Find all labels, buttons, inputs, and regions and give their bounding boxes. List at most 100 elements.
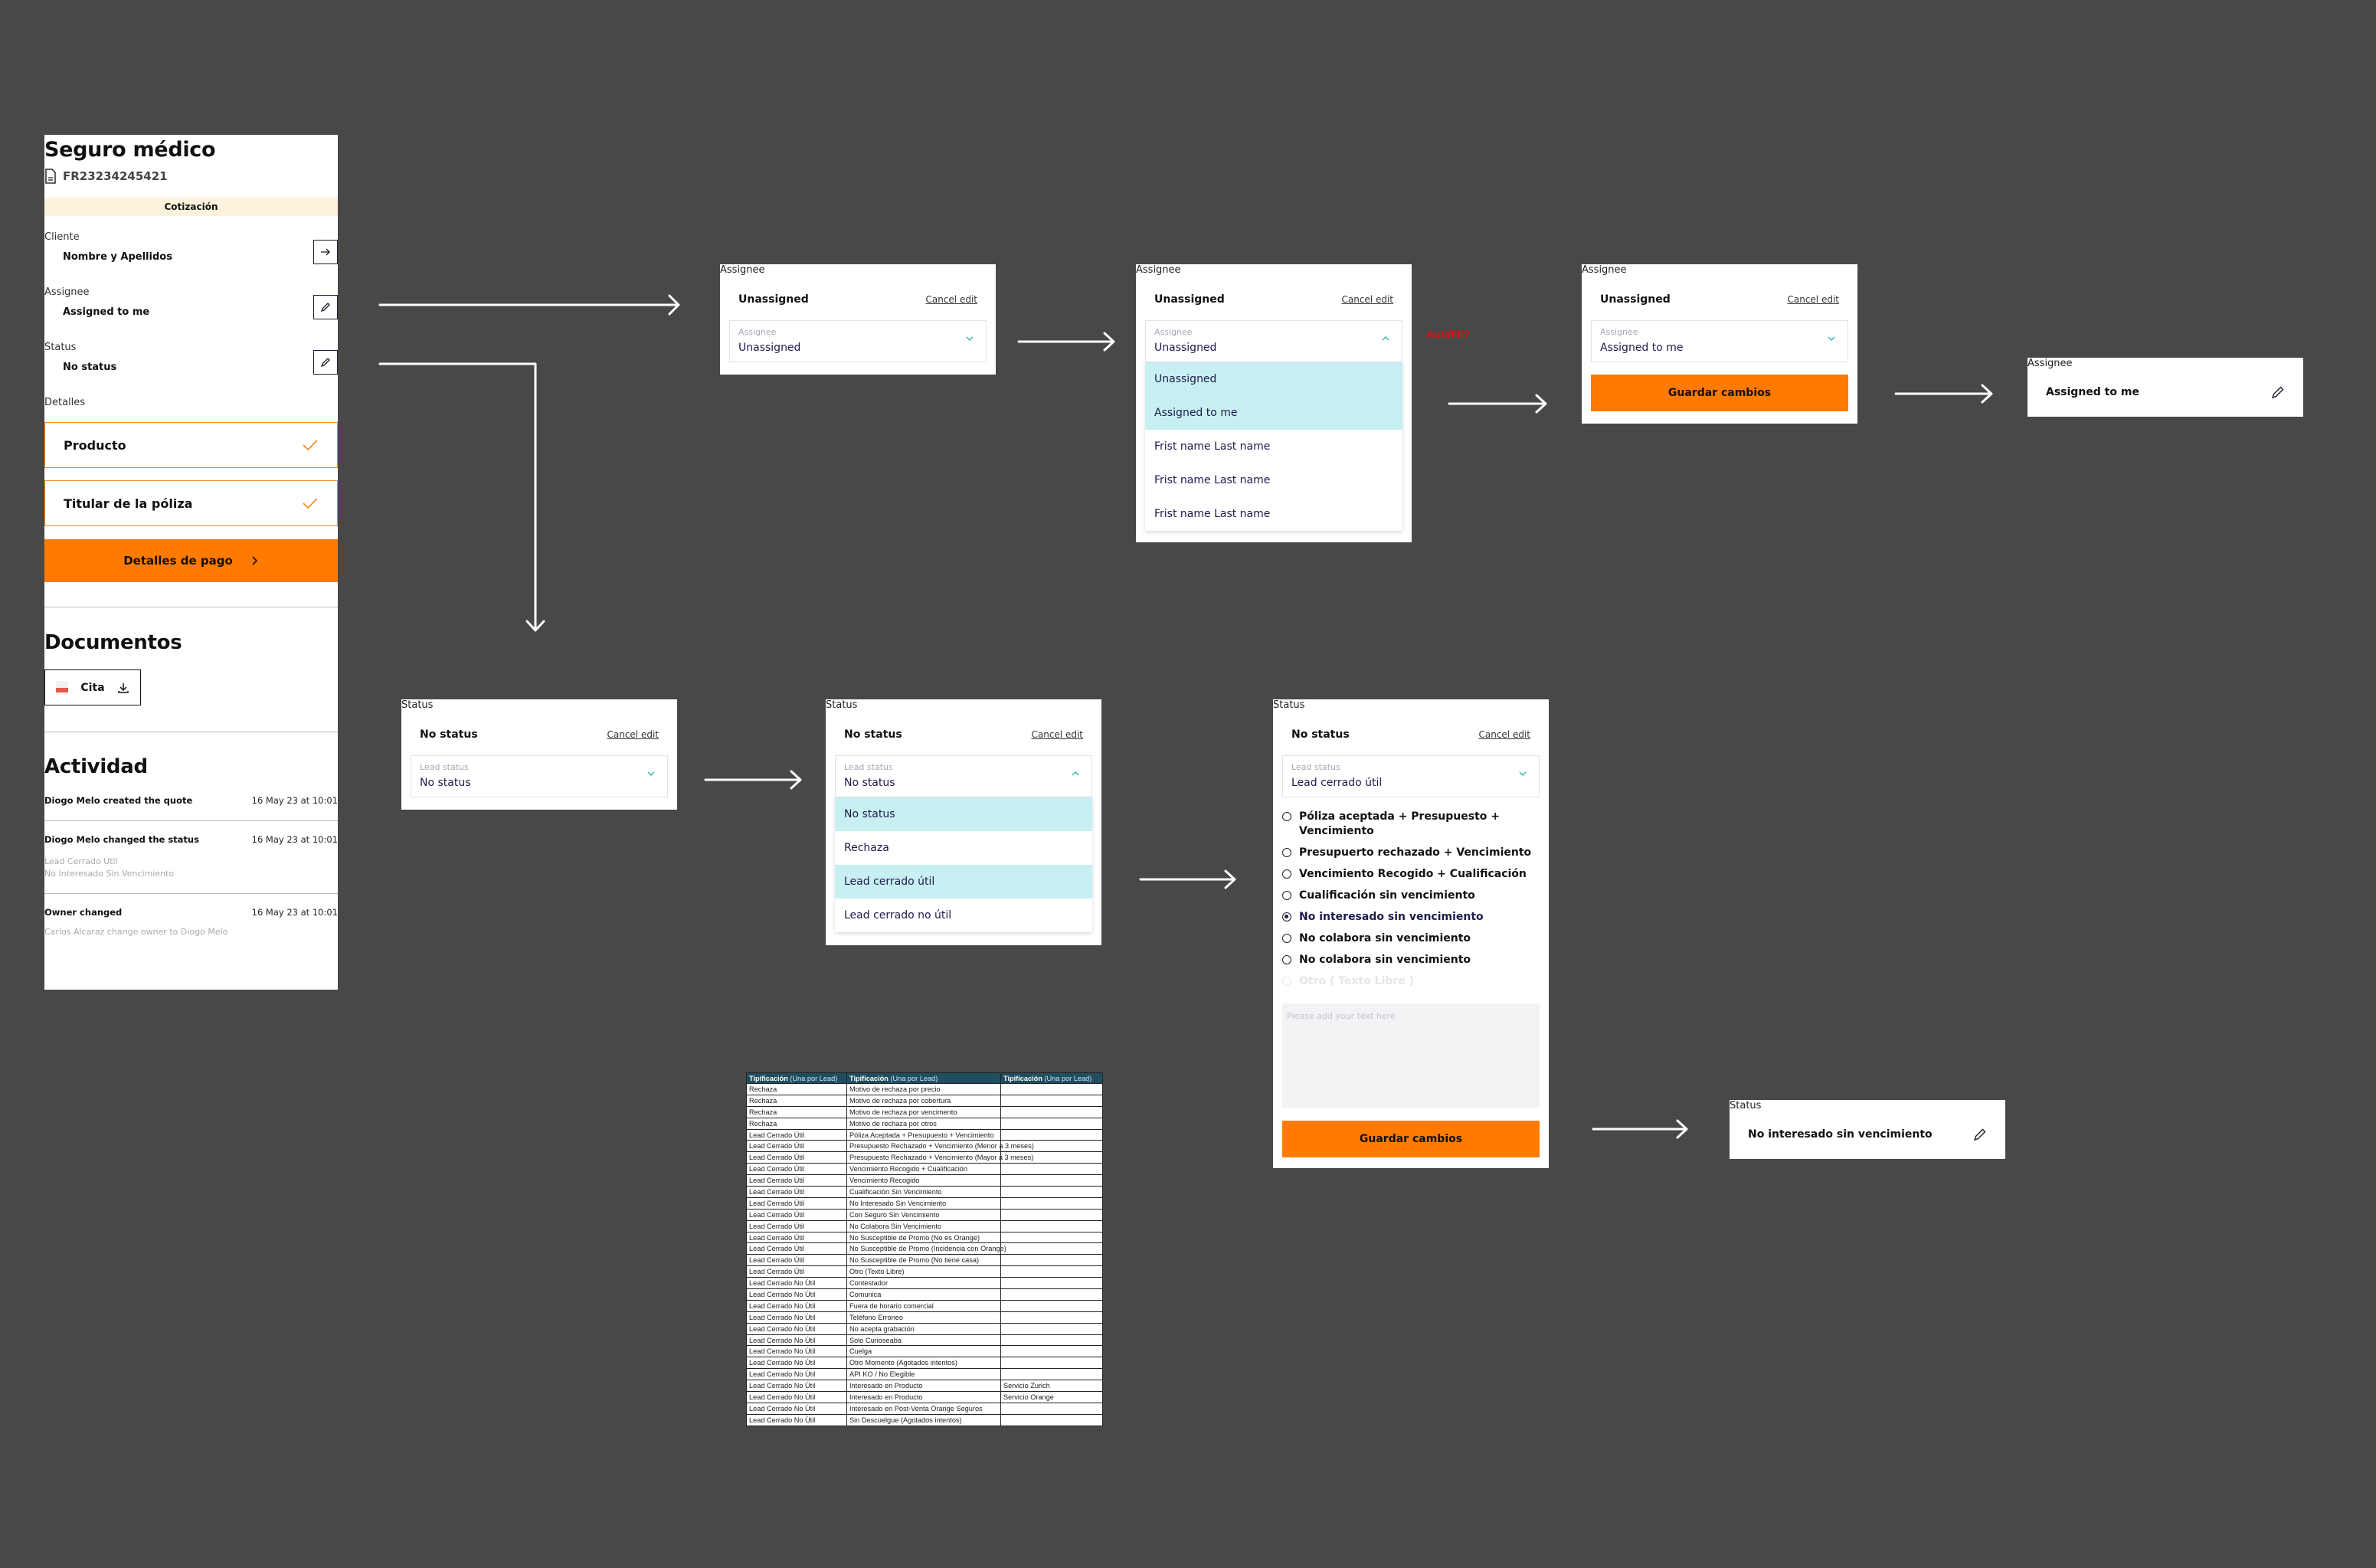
document-chip[interactable]: Cita xyxy=(44,669,141,705)
dropdown-option[interactable]: Frist name Last name xyxy=(1145,497,1402,531)
dropdown-option[interactable]: Lead cerrado útil xyxy=(835,865,1092,899)
detail-row-titular[interactable]: Titular de la póliza xyxy=(44,480,338,526)
reason-label: Vencimiento Recogido + Cualificación xyxy=(1299,868,1527,880)
radio-button[interactable] xyxy=(1282,869,1291,879)
table-cell xyxy=(1000,1083,1103,1095)
table-cell: Lead Cerrado Útil xyxy=(746,1208,847,1221)
card-heading: Assignee xyxy=(1136,264,1181,276)
table-cell: Lead Cerrado No Útil xyxy=(746,1368,847,1381)
dropdown-option[interactable]: Frist name Last name xyxy=(1145,430,1402,463)
edit-assignee-button[interactable] xyxy=(313,295,338,319)
card-heading: Status xyxy=(401,699,434,711)
open-client-button[interactable] xyxy=(313,240,338,264)
assignee-select[interactable]: Assignee Unassigned xyxy=(1145,320,1402,362)
divider xyxy=(44,820,338,821)
table-cell: Interesado en Post-Venta Orange Seguros xyxy=(846,1402,1001,1415)
autofill-note: Autofill? xyxy=(1426,328,1470,340)
dropdown-option[interactable]: Rechaza xyxy=(835,831,1092,865)
assignee-edit-card-closed: Assignee Unassigned Cancel edit Assignee… xyxy=(720,264,996,375)
detail-row-producto[interactable]: Producto xyxy=(44,422,338,468)
select-value: Unassigned xyxy=(738,342,801,354)
arrow-main-to-status-edit xyxy=(378,362,545,632)
table-cell: API KO / No Elegible xyxy=(846,1368,1001,1381)
status-edit-card-open: Status No status Cancel edit Lead status… xyxy=(826,699,1101,945)
current-value: No status xyxy=(420,728,478,741)
table-cell: Fuera de horario comercial xyxy=(846,1299,1001,1312)
select-value: No status xyxy=(844,777,895,789)
table-cell xyxy=(1000,1413,1103,1426)
pencil-icon[interactable] xyxy=(1973,1128,1987,1141)
current-value: Unassigned xyxy=(1154,293,1225,306)
table-cell: Contestador xyxy=(846,1277,1001,1290)
table-row: Rechaza Motivo de rechaza por vencimento xyxy=(746,1105,1103,1118)
cancel-edit-link[interactable]: Cancel edit xyxy=(1341,294,1393,305)
reason-option[interactable]: Vencimiento Recogido + Cualificación xyxy=(1282,867,1540,882)
table-cell xyxy=(1000,1208,1103,1221)
cancel-edit-link[interactable]: Cancel edit xyxy=(1478,729,1530,740)
table-row: Lead Cerrado Útil No Susceptible de Promo… xyxy=(746,1242,1103,1255)
policy-id: FR23234245421 xyxy=(44,169,168,184)
table-row: Lead Cerrado No Útil Interesado en Produc… xyxy=(746,1391,1103,1403)
table-cell: Interesado en Producto xyxy=(846,1391,1001,1403)
assignee-select[interactable]: Assignee Assigned to me xyxy=(1591,320,1848,362)
dropdown-option[interactable]: Assigned to me xyxy=(1145,396,1402,430)
activity-time: 16 May 23 at 10:01 xyxy=(251,907,338,918)
reason-option[interactable]: Presupuerto rechazado + Vencimiento xyxy=(1282,846,1540,860)
table-cell: Interesado en Producto xyxy=(846,1380,1001,1393)
table-row: Lead Cerrado Útil Cualificación Sin Venci… xyxy=(746,1186,1103,1198)
radio-button[interactable] xyxy=(1282,934,1291,943)
reason-option-selected[interactable]: No interesado sin vencimiento xyxy=(1282,910,1540,925)
table-row: Lead Cerrado Útil Presupuesto Rechazado +… xyxy=(746,1151,1103,1164)
table-cell: Lead Cerrado Útil xyxy=(746,1242,847,1255)
current-value: Unassigned xyxy=(738,293,809,306)
reason-option-disabled: Otro ( Texto Libre ) xyxy=(1282,974,1540,989)
table-row: Lead Cerrado No Útil Fuera de horario com… xyxy=(746,1299,1103,1312)
dropdown-option[interactable]: Frist name Last name xyxy=(1145,463,1402,497)
radio-button[interactable] xyxy=(1282,848,1291,857)
status-edit-card-reasons: Status No status Cancel edit Lead status… xyxy=(1273,699,1549,1168)
lead-status-select[interactable]: Lead status No status xyxy=(835,755,1092,797)
table-cell: Rechaza xyxy=(746,1105,847,1118)
table-row: Lead Cerrado Útil Vencimiento Recogido xyxy=(746,1174,1103,1187)
table-cell: Cualificación Sin Vencimiento xyxy=(846,1186,1001,1198)
select-label: Lead status xyxy=(844,762,893,772)
dropdown-option[interactable]: No status xyxy=(835,797,1092,831)
save-changes-button[interactable]: Guardar cambios xyxy=(1591,375,1848,411)
reason-option[interactable]: Póliza aceptada + Presupuesto + Vencimie… xyxy=(1282,810,1540,839)
lead-status-select[interactable]: Lead status Lead cerrado útil xyxy=(1282,755,1540,797)
table-row: Lead Cerrado Útil Con Seguro Sin Vencimie… xyxy=(746,1208,1103,1221)
cancel-edit-link[interactable]: Cancel edit xyxy=(925,294,977,305)
assignee-value: Assigned to me xyxy=(63,306,150,318)
radio-button[interactable] xyxy=(1282,891,1291,900)
assignee-select[interactable]: Assignee Unassigned xyxy=(729,320,987,362)
table-cell xyxy=(1000,1163,1103,1176)
save-changes-button[interactable]: Guardar cambios xyxy=(1282,1121,1540,1157)
download-icon[interactable] xyxy=(117,682,129,694)
cancel-edit-link[interactable]: Cancel edit xyxy=(1787,294,1839,305)
radio-button[interactable] xyxy=(1282,812,1291,821)
document-icon xyxy=(45,169,56,184)
edit-status-button[interactable] xyxy=(313,350,338,375)
dropdown-option[interactable]: Lead cerrado no útil xyxy=(835,899,1092,932)
radio-button-checked[interactable] xyxy=(1282,912,1291,921)
pencil-icon[interactable] xyxy=(2271,385,2285,399)
reason-option[interactable]: No colabora sin vencimiento xyxy=(1282,931,1540,946)
dropdown-option[interactable]: Unassigned xyxy=(1145,362,1402,396)
table-cell: Lead Cerrado No Útil xyxy=(746,1311,847,1324)
payment-details-button[interactable]: Detalles de pago xyxy=(44,539,338,582)
lead-status-select[interactable]: Lead status No status xyxy=(411,755,668,797)
reason-option[interactable]: Cualificación sin vencimiento xyxy=(1282,889,1540,903)
table-row: Lead Cerrado No Útil No acepta grabación xyxy=(746,1322,1103,1335)
arrow-assignee-step3-to-result xyxy=(1894,384,1993,404)
free-text-input[interactable] xyxy=(1282,1003,1540,1108)
table-row: Lead Cerrado Útil Vencimiento Recogido + … xyxy=(746,1163,1103,1176)
reason-option[interactable]: No colabora sin vencimiento xyxy=(1282,953,1540,967)
radio-button[interactable] xyxy=(1282,955,1291,964)
table-cell xyxy=(1000,1219,1103,1232)
cancel-edit-link[interactable]: Cancel edit xyxy=(607,729,659,740)
table-cell: Presupuesto Rechazado + Vencimiento (May… xyxy=(846,1151,1033,1164)
stage-badge: Cotización xyxy=(44,198,338,216)
flow-connectors xyxy=(378,294,1993,1139)
table-row: Lead Cerrado No Útil Otro Momento (Agotad… xyxy=(746,1357,1103,1370)
cancel-edit-link[interactable]: Cancel edit xyxy=(1031,729,1083,740)
